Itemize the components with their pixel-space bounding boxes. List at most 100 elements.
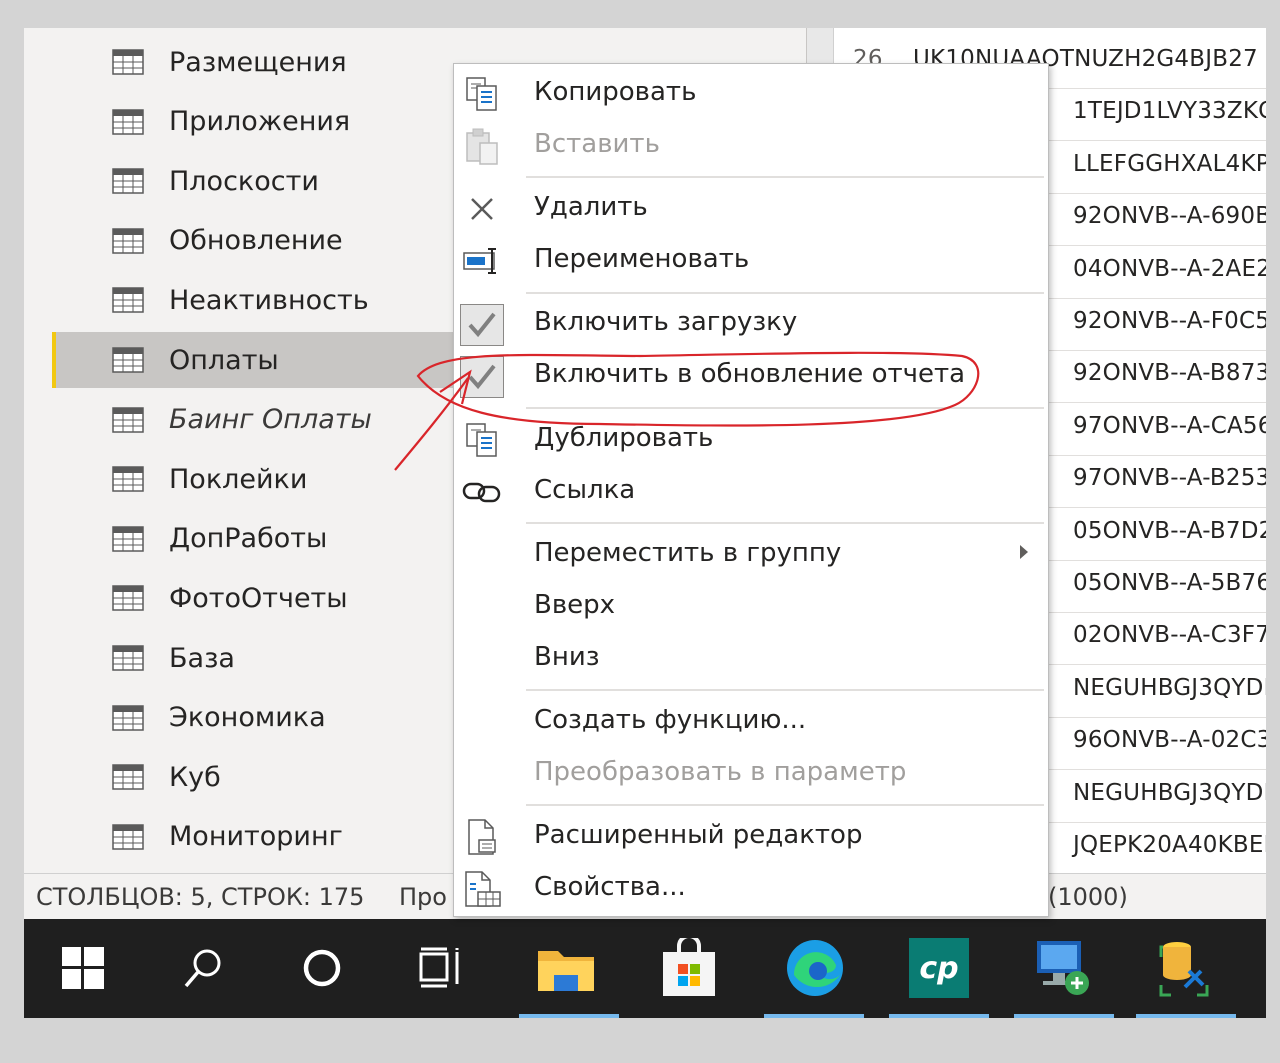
menu-item-include-in-report-refresh[interactable]: Включить в обновление отчета — [454, 350, 1048, 402]
edge-active-indicator — [764, 1014, 864, 1018]
query-item[interactable]: Размещения — [52, 34, 459, 90]
menu-item-advanced-editor[interactable]: Расширенный редактор — [454, 811, 1048, 863]
grid-cell-value: JQEPK20A40KBED — [1073, 832, 1266, 858]
query-item[interactable]: Экономика — [52, 690, 459, 746]
query-item[interactable]: Плоскости — [52, 153, 459, 209]
cp-app-icon[interactable]: cp — [904, 933, 974, 1003]
query-item[interactable]: Баинг Оплаты — [52, 392, 459, 448]
query-item-label: Плоскости — [169, 165, 319, 197]
status-preview-count: (1000) — [1048, 883, 1128, 911]
menu-item-enable-load[interactable]: Включить загрузку — [454, 298, 1048, 350]
query-item[interactable]: Приложения — [52, 94, 459, 150]
table-icon — [112, 228, 144, 254]
remote-desktop-icon[interactable] — [1027, 933, 1097, 1003]
grid-cell-value: 92ONVB--A-690B — [1073, 203, 1266, 230]
grid-cell-value: LLEFGGHXAL4KPK — [1073, 150, 1266, 177]
task-view-icon[interactable] — [407, 933, 477, 1003]
grid-cell-value: 92ONVB--A-F0C5 — [1073, 308, 1266, 334]
query-item[interactable]: Куб — [52, 749, 459, 805]
cortana-icon[interactable] — [287, 933, 357, 1003]
grid-cell-value: 97ONVB--A-B253 — [1073, 465, 1266, 492]
menu-separator — [526, 176, 1044, 178]
table-icon — [112, 645, 144, 671]
table-icon — [112, 287, 144, 314]
grid-cell-value: 05ONVB--A-5B76 — [1073, 570, 1266, 596]
context-menu: Копировать Вставить Удалить Переименоват… — [453, 63, 1049, 917]
menu-item-rename[interactable]: Переименовать — [454, 235, 1048, 287]
query-item-label: Неактивность — [169, 284, 369, 316]
copy-icon — [460, 74, 504, 114]
query-item[interactable]: Неактивность — [52, 272, 459, 328]
menu-item-duplicate[interactable]: Дублировать — [454, 414, 1048, 466]
query-item-label: Обновление — [169, 225, 343, 257]
table-icon — [112, 585, 144, 612]
query-item-label: Оплаты — [169, 344, 279, 376]
duplicate-icon — [460, 420, 504, 460]
menu-item-move-up[interactable]: Вверх — [454, 581, 1048, 633]
status-columns-rows: СТОЛБЦОВ: 5, СТРОК: 175 — [36, 883, 365, 911]
query-item-label: База — [169, 642, 235, 674]
menu-item-reference[interactable]: Ссылка — [454, 466, 1048, 518]
query-item-label: Куб — [169, 761, 221, 793]
query-item[interactable]: Поклейки — [52, 451, 459, 507]
query-item[interactable]: Обновление — [52, 213, 459, 269]
query-item[interactable]: ДопРаботы — [52, 511, 459, 567]
menu-item-include-in-report-refresh-label: Включить в обновление отчета — [534, 359, 966, 389]
svg-text:cp: cp — [919, 951, 958, 986]
menu-item-delete[interactable]: Удалить — [454, 183, 1048, 235]
grid-cell-value: 05ONVB--A-B7D2 — [1073, 517, 1266, 544]
link-icon — [460, 472, 504, 512]
menu-item-paste-label: Вставить — [534, 129, 660, 159]
table-icon — [112, 108, 144, 135]
query-item-label: ДопРаботы — [169, 523, 328, 555]
edge-icon[interactable] — [780, 933, 850, 1003]
grid-cell-value: 97ONVB--A-CA56 — [1073, 412, 1266, 439]
table-icon — [112, 406, 144, 433]
menu-item-copy[interactable]: Копировать — [454, 68, 1048, 120]
menu-separator — [526, 522, 1044, 524]
menu-item-paste[interactable]: Вставить — [454, 120, 1048, 172]
menu-item-reference-label: Ссылка — [534, 475, 636, 505]
query-item[interactable]: Оплаты — [52, 332, 459, 388]
menu-separator — [526, 292, 1044, 294]
menu-item-rename-label: Переименовать — [534, 244, 750, 274]
query-item-label: Приложения — [169, 106, 351, 138]
menu-item-convert-to-parameter[interactable]: Преобразовать в параметр — [454, 748, 1048, 800]
grid-cell-value: NEGUHBGJ3QYDL — [1073, 779, 1266, 806]
file-explorer-icon[interactable] — [531, 933, 601, 1003]
queries-pane: Размещения Приложения Плоскости Обновление Н… — [24, 28, 459, 868]
query-item[interactable]: ФотоОтчеты — [52, 570, 459, 626]
checkmark-icon — [460, 304, 504, 346]
menu-item-move-down[interactable]: Вниз — [454, 633, 1048, 685]
table-icon — [112, 704, 144, 731]
query-item-label: Поклейки — [169, 463, 308, 495]
menu-item-properties[interactable]: Свойства... — [454, 863, 1048, 915]
status-profiling: Про — [399, 883, 447, 911]
menu-separator — [526, 407, 1044, 409]
search-icon[interactable] — [168, 933, 238, 1003]
menu-separator — [526, 804, 1044, 806]
submenu-arrow-icon — [1020, 545, 1028, 559]
microsoft-store-icon[interactable] — [654, 933, 724, 1003]
grid-cell-value: 92ONVB--A-B873 — [1073, 360, 1266, 387]
query-item-label: Экономика — [169, 702, 326, 734]
menu-item-copy-label: Копировать — [534, 77, 697, 107]
windows-taskbar: cp — [24, 919, 1266, 1018]
grid-cell-value: 96ONVB--A-02C3 — [1073, 727, 1266, 754]
menu-item-move-up-label: Вверх — [534, 590, 616, 620]
menu-item-move-to-group[interactable]: Переместить в группу — [454, 529, 1048, 581]
remote-desktop-active-indicator — [1014, 1014, 1114, 1018]
table-icon — [112, 764, 144, 790]
windows-start-icon[interactable] — [48, 933, 118, 1003]
table-icon — [112, 347, 144, 373]
data-tools-icon[interactable] — [1149, 933, 1219, 1003]
query-item[interactable]: Мониторинг — [52, 809, 459, 865]
query-item[interactable]: База — [52, 630, 459, 686]
delete-x-icon — [460, 189, 504, 229]
menu-item-move-down-label: Вниз — [534, 642, 600, 672]
checkmark-icon — [460, 356, 504, 398]
menu-item-create-function[interactable]: Создать функцию... — [454, 696, 1048, 748]
menu-item-duplicate-label: Дублировать — [534, 423, 714, 453]
grid-cell-value: 1TEJD1LVY33ZKGH — [1073, 98, 1266, 125]
menu-item-convert-to-parameter-label: Преобразовать в параметр — [534, 757, 907, 787]
